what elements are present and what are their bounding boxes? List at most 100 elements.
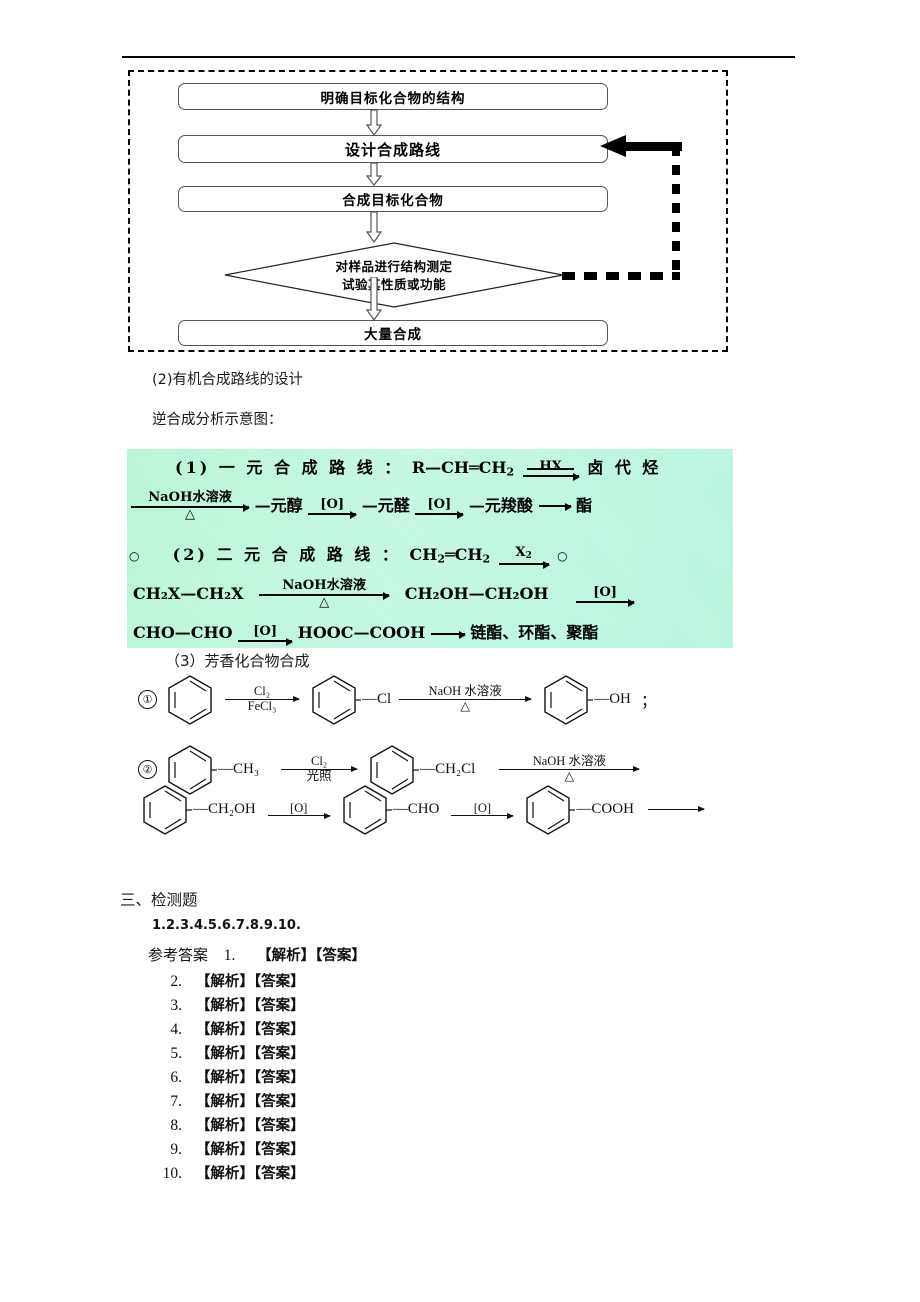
benzene-ring-icon (521, 782, 576, 836)
reaction-arrow-oxidation-1: [O] (267, 800, 331, 819)
answer-number-6: 6. (170, 1069, 182, 1086)
green-l5-a: CHO—CHO (133, 623, 233, 642)
answer-text-9: 【解析】【答案】 (195, 1142, 305, 1158)
green-l5-final-arrow (430, 630, 466, 639)
substituent-label-cho: —CHO (392, 800, 440, 817)
green-l2-ox2-arrow: [O] (415, 496, 465, 519)
benzene-ring-icon (338, 782, 392, 836)
answer-row: 7. 【解析】【答案】 (148, 1090, 305, 1111)
benzene-ring-icon (138, 782, 192, 836)
reaction-arrow-continuation (647, 806, 705, 812)
green-l2-b: —元醛 (361, 495, 410, 515)
reaction-arrow-naoh-aq-2: NaOH 水溶液 △ (499, 754, 641, 784)
answers-lead-row: 参考答案 1. 【解析】【答案】 (148, 944, 366, 965)
flow-arrow-2 (366, 163, 382, 186)
substituent-label-ch2oh: —CH₂OH (193, 800, 256, 817)
synthesis-flowchart: 明确目标化合物的结构 设计合成路线 合成目标化合物 对样品进行结构测定 试验其性… (128, 70, 728, 352)
flow-arrow-4 (366, 277, 382, 321)
answer-text-8: 【解析】【答案】 (195, 1118, 305, 1134)
green-l2-naoh-arrow: NaOH水溶液 △ (131, 490, 250, 522)
green-l3-reagent: X2 (515, 545, 532, 562)
answer-number-4: 4. (170, 1021, 182, 1038)
green-l5-ox: [O] (253, 624, 278, 640)
section3-heading: （3）芳香化合物合成 (165, 652, 310, 670)
answer-number-10: 10. (162, 1165, 182, 1182)
answer-number-5: 5. (170, 1045, 182, 1062)
answer-text-1: 【解析】【答案】 (257, 948, 366, 964)
answer-number-7: 7. (170, 1093, 182, 1110)
green-l2-d: 酯 (576, 495, 593, 515)
reaction-number-2: ② (138, 759, 157, 779)
substituent-label-ch2cl: —CH₂Cl (420, 760, 476, 777)
answer-row: 4. 【解析】【答案】 (148, 1018, 304, 1039)
reagent-top-5: [O] (290, 800, 308, 815)
answer-text-5: 【解析】【答案】 (195, 1046, 305, 1062)
flow-feedback-arrow-icon (600, 134, 682, 158)
green-l2-ox1-arrow: [O] (308, 496, 358, 519)
answer-number-9: 9. (170, 1141, 182, 1158)
reagent-bottom-2: △ (460, 698, 470, 713)
benzene-ring-icon (163, 672, 217, 726)
answer-number-3: 3. (170, 997, 182, 1014)
green-l2-a: —元醇 (254, 495, 303, 515)
reagent-top-3: Cl₂ (310, 753, 328, 768)
section-test-heading: 三、检测题 (120, 891, 198, 909)
benzene-ring-icon (539, 672, 594, 726)
green-l2-ox2: [O] (427, 496, 452, 512)
green-l2-c: —元羧酸 (468, 495, 533, 515)
reagent-bottom-1: FeCl₃ (247, 698, 277, 713)
answer-text-7: 【解析】【答案】 (195, 1094, 305, 1110)
page-header-rule (122, 56, 795, 58)
green-line-4: CH₂X—CH₂X NaOH水溶液 △ CH₂OH—CH₂OH [O] (133, 579, 636, 610)
answer-row: 10. 【解析】【答案】 (148, 1162, 305, 1183)
green-l1-start: R—CH═CH2 (411, 458, 515, 479)
aromatic-reaction-row-3: —CH₂OH [O] —CHO [O] —COOH (138, 782, 705, 836)
flow-feedback-dashed-vertical (672, 146, 680, 279)
green-l5-c: 链酯、环酯、聚酯 (470, 623, 599, 642)
green-l4-naoh-arrow: NaOH水溶液 △ (259, 579, 391, 610)
green-l3-reagent-arrow: X2 (498, 545, 550, 569)
reaction-arrow-cl2-fecl3: Cl₂ FeCl₃ (225, 683, 300, 714)
section2-heading: (2)有机合成路线的设计 (152, 372, 304, 388)
reaction-terminator-1: ； (640, 693, 657, 710)
green-l2-ox1: [O] (320, 496, 345, 512)
flow-feedback-dashed-horizontal (562, 272, 680, 280)
reaction-arrow-cl2-light: Cl₂ 光照 (281, 753, 359, 784)
answer-row: 2. 【解析】【答案】 (148, 970, 305, 991)
answer-text-2: 【解析】【答案】 (195, 974, 305, 990)
answer-text-3: 【解析】【答案】 (195, 998, 305, 1014)
green-l2-reagent-bottom: △ (184, 506, 196, 522)
green-l4-reagent-bottom: △ (319, 594, 330, 610)
flow-arrow-1 (366, 110, 382, 136)
flow-arrow-3 (366, 212, 382, 243)
green-line-1: (1) 一 元 合 成 路 线 ： R—CH═CH2 HX 卤 代 烃 (175, 454, 661, 481)
retrosynthesis-green-block: (1) 一 元 合 成 路 线 ： R—CH═CH2 HX 卤 代 烃 NaOH… (127, 449, 733, 648)
green-l1-prefix: (1) (175, 458, 211, 477)
reagent-top-1: Cl₂ (253, 683, 271, 698)
substituent-label-cooh: —COOH (576, 800, 634, 817)
green-l1-title: 一 元 合 成 路 线 ： (218, 458, 404, 477)
green-l2-final-arrow (538, 503, 572, 512)
green-l2-reagent-top: NaOH水溶液 (148, 490, 232, 505)
substituent-label-cl: —Cl (362, 690, 392, 707)
answer-number-1: 1. (223, 947, 236, 964)
reagent-top-6: [O] (473, 800, 492, 815)
green-line-5: CHO—CHO [O] HOOC—COOH 链酯、环酯、聚酯 (133, 619, 599, 646)
substituent-label-ch3: —CH₃ (218, 760, 260, 777)
green-l4-ox-arrow: [O] (576, 586, 636, 607)
green-l3-title: 二 元 合 成 路 线 ： (216, 545, 401, 564)
answer-row: 3. 【解析】【答案】 (148, 994, 305, 1015)
answer-number-2: 2. (170, 973, 182, 990)
green-line-2: NaOH水溶液 △ —元醇 [O] —元醛 [O] —元羧酸 酯 (131, 491, 592, 522)
green-l5-b: HOOC—COOH (297, 623, 426, 642)
green-l3-prefix: (2) (172, 545, 208, 564)
question-number-list: 1.2.3.4.5.6.7.8.9.10. (152, 918, 301, 933)
green-l4-a: CH₂X—CH₂X (133, 583, 244, 603)
green-l1-reagent-arrow: HX (522, 460, 580, 481)
document-page: 明确目标化合物的结构 设计合成路线 合成目标化合物 对样品进行结构测定 试验其性… (0, 0, 920, 1302)
green-l3-start: CH2═CH2 (409, 545, 491, 566)
reaction-arrow-oxidation-2: [O] (451, 800, 515, 819)
answer-row: 8. 【解析】【答案】 (148, 1114, 305, 1135)
aromatic-reaction-row-1: ① Cl₂ FeCl₃ —Cl NaOH 水溶液 △ —OH ； (138, 672, 657, 726)
green-l4-b: CH₂OH—CH₂OH (404, 583, 549, 603)
